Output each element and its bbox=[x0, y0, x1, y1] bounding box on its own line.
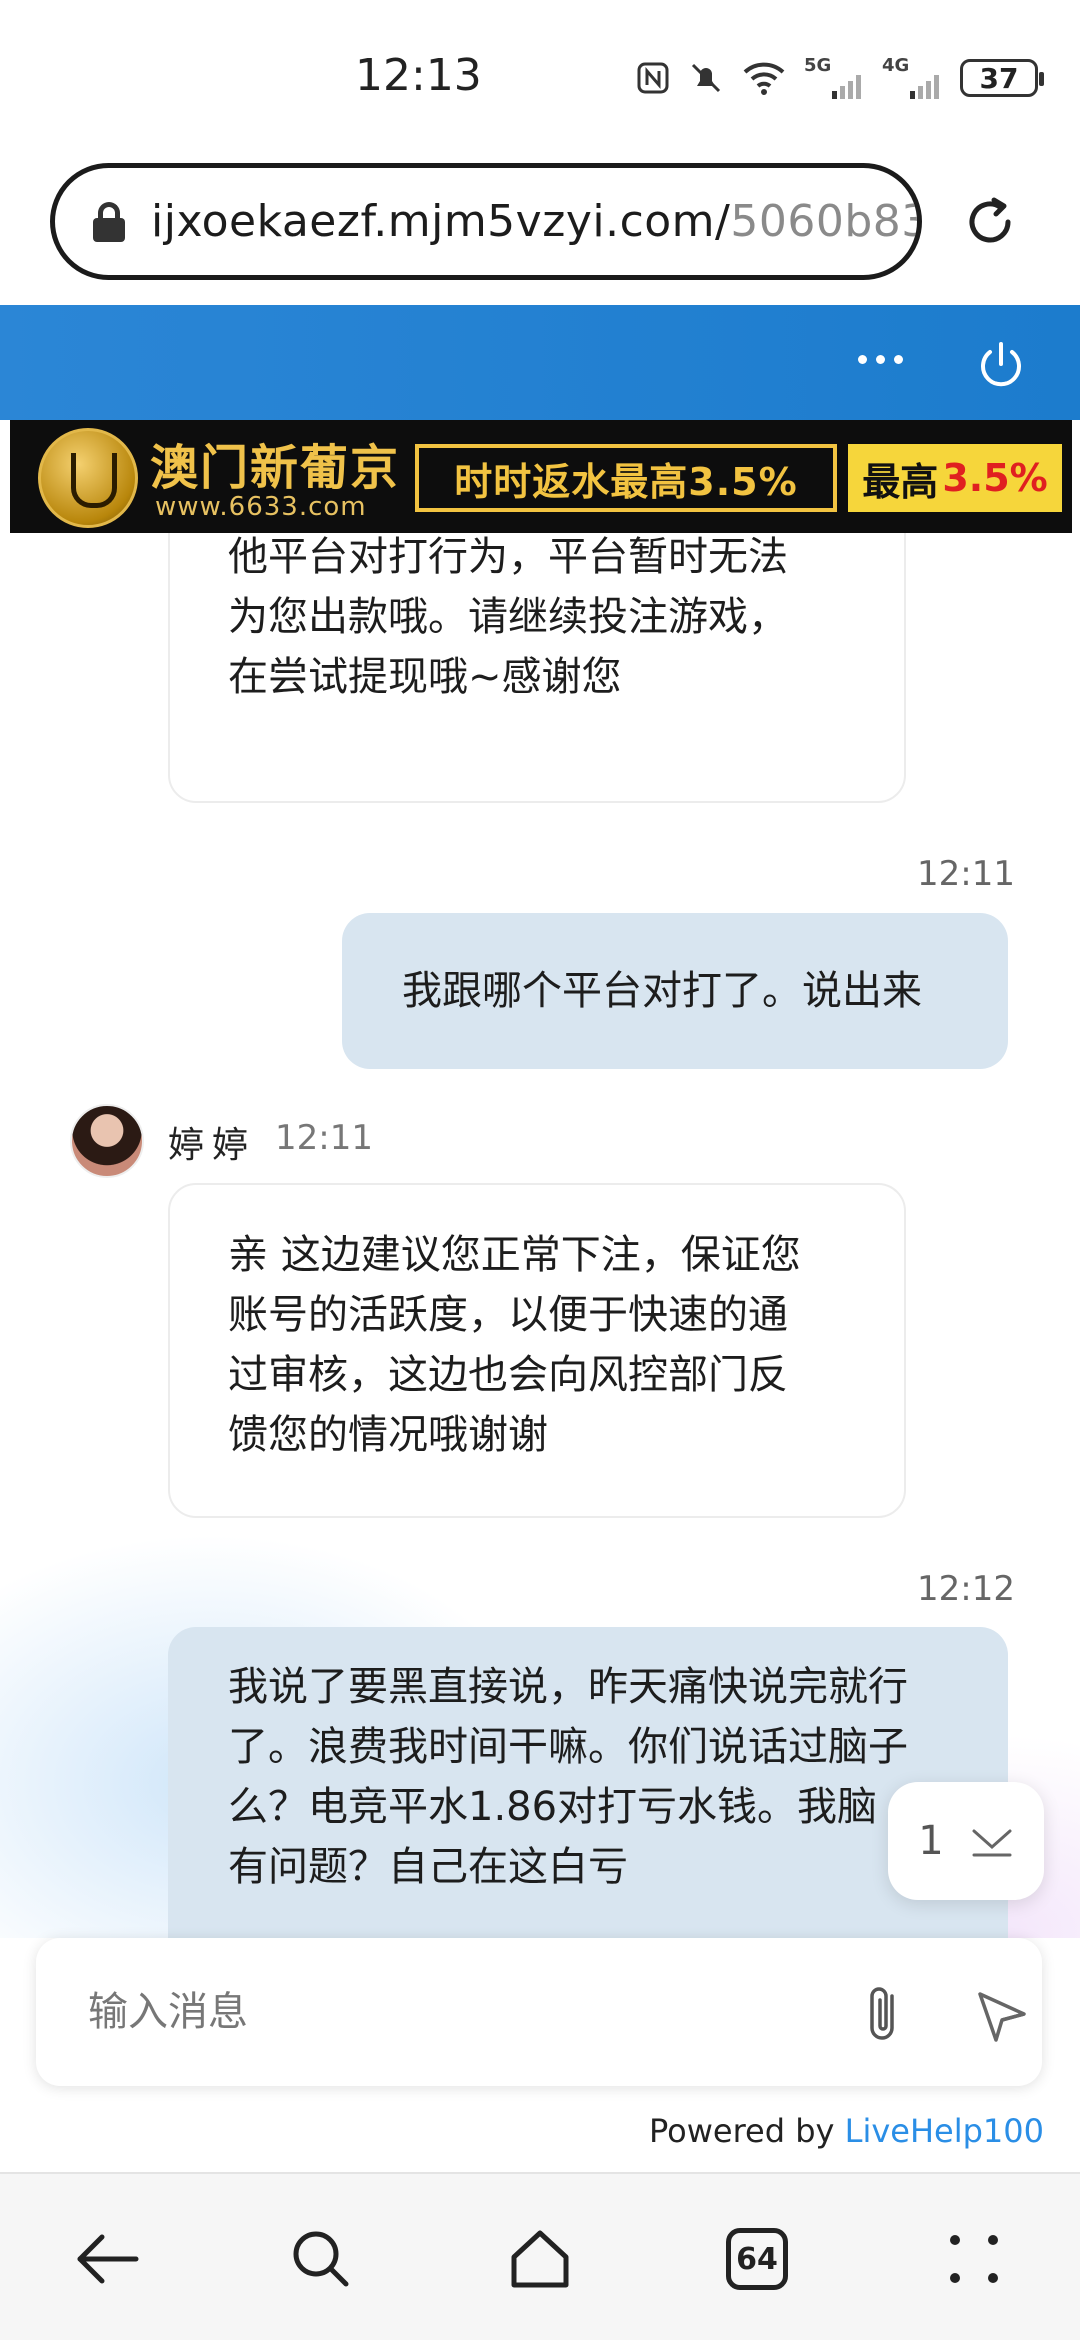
send-icon[interactable] bbox=[974, 1988, 1030, 2044]
message-text: 我跟哪个平台对打了。说出来 bbox=[402, 968, 922, 1014]
message-line: 馈您的情况哦谢谢 bbox=[228, 1412, 548, 1458]
message-line: 为您出款哦。请继续投注游戏， bbox=[228, 594, 788, 640]
agent-name: 婷婷 bbox=[168, 1125, 257, 1166]
power-icon[interactable] bbox=[974, 338, 1028, 392]
message-line: 他平台对打行为，平台暂时无法 bbox=[228, 534, 788, 580]
banner-brand-name: 澳门新葡京 bbox=[150, 440, 401, 496]
message-line: 了。浪费我时间干嘛。你们说话过脑子 bbox=[228, 1724, 908, 1770]
message-time: 12:12 bbox=[917, 1569, 1015, 1609]
banner-promo-badge: 最高 3.5% bbox=[848, 444, 1062, 512]
nfc-icon bbox=[636, 56, 670, 100]
url-domain: ijxoekaezf.mjm5vzyi.com/ bbox=[151, 196, 731, 247]
url-text[interactable]: ijxoekaezf.mjm5vzyi.com/5060b83 bbox=[151, 196, 922, 247]
network-label-5g: 5G bbox=[804, 55, 832, 76]
home-icon bbox=[511, 2230, 569, 2288]
address-bar[interactable]: ijxoekaezf.mjm5vzyi.com/5060b83 bbox=[50, 163, 922, 280]
unread-count: 1 bbox=[918, 1818, 944, 1864]
mute-icon bbox=[688, 56, 724, 100]
network-label-4g: 4G bbox=[882, 55, 910, 76]
chat-area[interactable]: 他平台对打行为，平台暂时无法 为您出款哦。请继续投注游戏， 在尝试提现哦~感谢您… bbox=[0, 533, 1080, 1938]
scroll-to-bottom-button[interactable]: 1 bbox=[888, 1782, 1044, 1900]
chevron-down-icon bbox=[972, 1829, 1012, 1857]
user-message-bubble: 我跟哪个平台对打了。说出来 bbox=[342, 913, 1008, 1069]
chat-header bbox=[0, 305, 1080, 420]
url-path: 5060b83 bbox=[730, 196, 922, 247]
livehelp-link[interactable]: LiveHelp100 bbox=[845, 2112, 1044, 2150]
tabs-button[interactable]: 64 bbox=[722, 2224, 792, 2294]
banner-promo: 时时返水最高3.5% bbox=[415, 444, 837, 512]
powered-prefix: Powered by bbox=[648, 2112, 845, 2150]
reload-icon[interactable] bbox=[960, 192, 1020, 252]
message-composer bbox=[36, 1938, 1042, 2086]
back-button[interactable] bbox=[72, 2224, 142, 2294]
wifi-icon bbox=[742, 56, 786, 100]
home-button[interactable] bbox=[505, 2224, 575, 2294]
message-line: 我说了要黑直接说，昨天痛快说完就行 bbox=[228, 1664, 908, 1710]
ad-banner[interactable]: 澳门新葡京 www.6633.com 时时返水最高3.5% 最高 3.5% bbox=[10, 420, 1072, 533]
tabs-count: 64 bbox=[726, 2228, 788, 2290]
signal-icon: 5G bbox=[804, 56, 864, 100]
signal-icon-2: 4G bbox=[882, 56, 942, 100]
status-icons: 5G 4G 37 bbox=[636, 56, 1044, 100]
search-button[interactable] bbox=[286, 2224, 356, 2294]
banner-promo-badge-label: 最高 bbox=[862, 459, 939, 504]
message-time: 12:11 bbox=[917, 854, 1015, 894]
user-message-bubble: 我说了要黑直接说，昨天痛快说完就行 了。浪费我时间干嘛。你们说话过脑子 么？电竞… bbox=[168, 1627, 1008, 1938]
message-time: 12:11 bbox=[275, 1118, 373, 1158]
agent-message-bubble: 他平台对打行为，平台暂时无法 为您出款哦。请继续投注游戏， 在尝试提现哦~感谢您 bbox=[168, 533, 906, 803]
banner-promo-badge-value: 3.5% bbox=[942, 456, 1048, 500]
status-bar: 12:13 5G 4G 37 bbox=[0, 0, 1080, 150]
agent-avatar[interactable] bbox=[70, 1104, 144, 1178]
message-line: 账号的活跃度，以便于快速的通 bbox=[228, 1292, 788, 1338]
message-line: 过审核，这边也会向风控部门反 bbox=[228, 1352, 788, 1398]
lock-icon[interactable] bbox=[93, 201, 125, 242]
agent-message-bubble: 亲 这边建议您正常下注，保证您 账号的活跃度，以便于快速的通 过审核，这边也会向… bbox=[168, 1183, 906, 1518]
casino-logo bbox=[38, 428, 138, 528]
back-arrow-icon bbox=[77, 2234, 139, 2284]
search-icon bbox=[293, 2231, 349, 2287]
status-time: 12:13 bbox=[355, 50, 482, 101]
browser-bottom-nav: 64 bbox=[0, 2172, 1080, 2340]
attachment-icon[interactable] bbox=[862, 1982, 906, 2046]
menu-button[interactable] bbox=[939, 2224, 1009, 2294]
message-line: 亲 这边建议您正常下注，保证您 bbox=[228, 1232, 801, 1278]
banner-site: www.6633.com bbox=[155, 492, 367, 522]
more-options-icon[interactable] bbox=[858, 355, 903, 364]
battery-icon: 37 bbox=[960, 59, 1044, 97]
powered-by: Powered by LiveHelp100 bbox=[649, 2112, 1044, 2150]
message-line: 在尝试提现哦~感谢您 bbox=[228, 654, 622, 700]
message-input[interactable] bbox=[88, 1982, 788, 2042]
grid-menu-icon bbox=[950, 2235, 998, 2283]
